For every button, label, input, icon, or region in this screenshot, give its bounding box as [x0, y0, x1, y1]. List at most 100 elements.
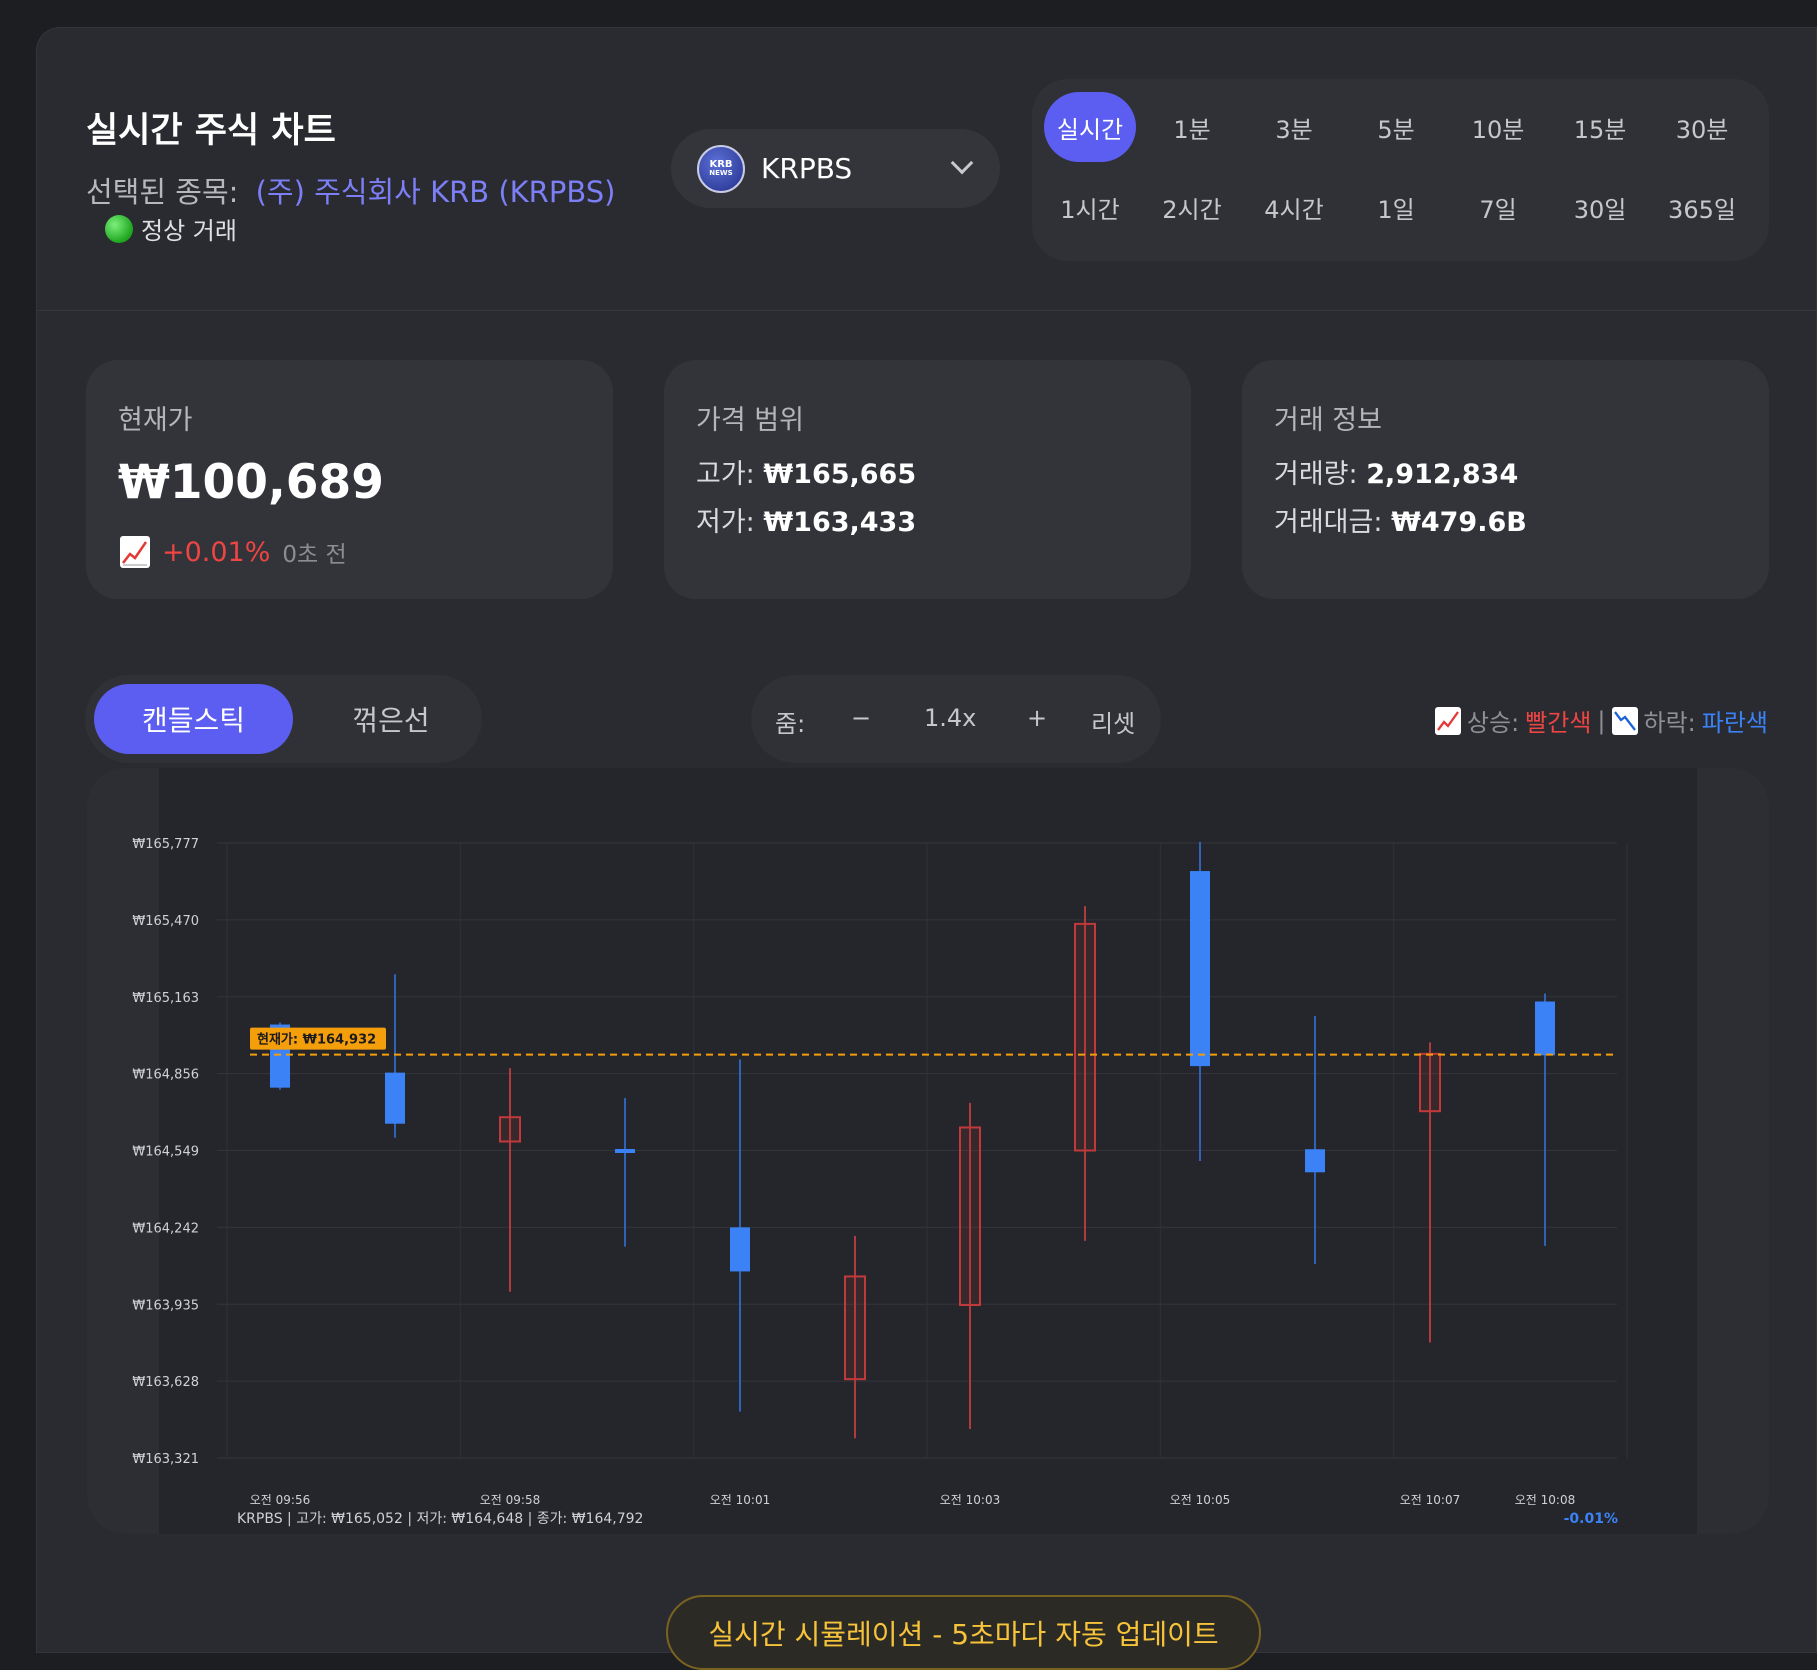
- zoom-in-button[interactable]: +: [1027, 704, 1047, 732]
- candle-body-up: [1074, 922, 1096, 1152]
- x-tick-label: 오전 10:03: [940, 1493, 1000, 1507]
- selected-label: 선택된 종목:: [86, 175, 239, 209]
- color-legend: 상승: 빨간색 | 하락: 파란색: [1434, 703, 1768, 738]
- interval-row2-2[interactable]: 4시간: [1248, 172, 1340, 242]
- chart-type-toggle: 캔들스틱 꺾은선: [85, 675, 482, 763]
- interval-row1-4[interactable]: 10분: [1452, 92, 1544, 162]
- y-tick-label: ₩164,242: [132, 1221, 199, 1236]
- volume-value: 2,912,834: [1366, 459, 1519, 490]
- y-tick-label: ₩165,777: [132, 837, 199, 852]
- status-text: 정상 거래: [141, 217, 237, 245]
- interval-row2-0[interactable]: 1시간: [1044, 172, 1136, 242]
- candlestick-chart[interactable]: ₩165,777 ₩165,470 ₩165,163 ₩164,856 ₩164,549…: [87, 768, 1769, 1534]
- current-price-value: ₩100,689: [118, 455, 384, 510]
- x-tick-label: 오전 10:08: [1515, 1493, 1575, 1507]
- trade-info-title: 거래 정보: [1274, 405, 1382, 436]
- logo-text-top: KRB: [709, 158, 733, 170]
- price-range-card: 가격 범위 고가: ₩165,665 저가: ₩163,433: [664, 360, 1191, 599]
- current-price-title: 현재가: [118, 405, 193, 436]
- low-value: ₩163,433: [763, 507, 917, 538]
- page-title: 실시간 주식 차트: [86, 111, 336, 151]
- line-chart-tab[interactable]: 꺾은선: [300, 684, 482, 754]
- high-label: 고가:: [696, 459, 755, 490]
- header: 실시간 주식 차트 선택된 종목: (주) 주식회사 KRB (KRPBS) 정…: [37, 28, 1816, 311]
- simulation-banner: 실시간 시뮬레이션 - 5초마다 자동 업데이트: [666, 1595, 1261, 1670]
- zoom-label: 줌:: [775, 710, 806, 738]
- interval-row1-0[interactable]: 실시간: [1044, 92, 1136, 162]
- down-color-text: 파란색: [1701, 709, 1768, 737]
- logo-text-bottom: NEWS: [709, 168, 733, 177]
- y-tick-label: ₩165,470: [132, 914, 199, 929]
- interval-row2-6[interactable]: 365일: [1656, 172, 1748, 242]
- price-range-title: 가격 범위: [696, 405, 804, 436]
- interval-row1-5[interactable]: 15분: [1554, 92, 1646, 162]
- x-tick-label: 오전 10:05: [1170, 1493, 1230, 1507]
- zoom-value: 1.4x: [924, 704, 977, 732]
- y-tick-label: ₩163,628: [132, 1375, 199, 1390]
- current-price-label: 현재가: ₩164,932: [257, 1032, 376, 1048]
- y-tick-label: ₩164,549: [132, 1145, 199, 1160]
- volume-line: 거래량: 2,912,834: [1274, 452, 1518, 491]
- candle-body-down: [1535, 1001, 1555, 1056]
- price-change: +0.01% 0초 전: [120, 535, 347, 569]
- trend-up-icon: [1434, 706, 1461, 735]
- y-tick-label: ₩164,856: [132, 1068, 199, 1083]
- ticker-symbol: KRPBS: [761, 152, 853, 185]
- interval-row1-1[interactable]: 1분: [1146, 92, 1238, 162]
- candle-body-down: [1305, 1149, 1325, 1173]
- interval-row2-5[interactable]: 30일: [1554, 172, 1646, 242]
- interval-row1-6[interactable]: 30분: [1656, 92, 1748, 162]
- amount-value: ₩479.6B: [1391, 507, 1527, 538]
- stock-logo: KRB NEWS: [697, 144, 745, 193]
- candle-body-up: [499, 1116, 521, 1143]
- up-color-text: 빨간색: [1525, 709, 1592, 737]
- interval-row2-4[interactable]: 7일: [1452, 172, 1544, 242]
- x-tick-label: 오전 10:07: [1400, 1493, 1460, 1507]
- down-label: 하락:: [1643, 709, 1696, 737]
- low-price-line: 저가: ₩163,433: [696, 500, 916, 539]
- candle-body-down: [615, 1148, 635, 1153]
- amount-label: 거래대금:: [1274, 507, 1383, 538]
- interval-row2-1[interactable]: 2시간: [1146, 172, 1238, 242]
- update-time: 0초 전: [282, 542, 347, 568]
- y-tick-label: ₩163,935: [132, 1298, 199, 1313]
- candle-body-up: [959, 1126, 981, 1307]
- selected-stock-line: 선택된 종목: (주) 주식회사 KRB (KRPBS): [86, 169, 615, 211]
- interval-row2-3[interactable]: 1일: [1350, 172, 1442, 242]
- trade-info-card: 거래 정보 거래량: 2,912,834 거래대금: ₩479.6B: [1242, 360, 1769, 599]
- current-price-card: 현재가 ₩100,689 +0.01% 0초 전: [86, 360, 613, 599]
- interval-row1-3[interactable]: 5분: [1350, 92, 1442, 162]
- interval-selector: 실시간 1분 3분 5분 10분 15분 30분 1시간 2시간 4시간 1일 7일 30일 365일: [1032, 79, 1769, 261]
- zoom-out-button[interactable]: −: [851, 704, 871, 732]
- interval-row1-2[interactable]: 3분: [1248, 92, 1340, 162]
- candle-body-down: [385, 1072, 405, 1124]
- zoom-reset-button[interactable]: 리셋: [1091, 704, 1135, 739]
- x-tick-label: 오전 10:01: [710, 1493, 770, 1507]
- legend-separator: |: [1597, 706, 1606, 735]
- x-tick-label: 오전 09:58: [480, 1493, 540, 1507]
- zoom-control: 줌: − 1.4x + 리셋: [751, 675, 1161, 763]
- y-tick-label: ₩163,321: [132, 1452, 199, 1467]
- low-label: 저가:: [696, 507, 755, 538]
- status-dot-icon: [105, 214, 133, 243]
- chevron-down-icon: [950, 151, 974, 175]
- change-percent: +0.01%: [162, 536, 271, 568]
- chart-footer-info: KRPBS | 고가: ₩165,052 | 저가: ₩164,648 | 종가…: [237, 1511, 643, 1527]
- amount-line: 거래대금: ₩479.6B: [1274, 500, 1527, 539]
- candle-body-up: [844, 1275, 866, 1381]
- chart-container: ₩165,777 ₩165,470 ₩165,163 ₩164,856 ₩164,549…: [87, 768, 1769, 1534]
- volume-label: 거래량:: [1274, 459, 1358, 490]
- chart-footer-change: -0.01%: [1564, 1511, 1618, 1527]
- y-tick-label: ₩165,163: [132, 991, 199, 1006]
- main-panel: 실시간 주식 차트 선택된 종목: (주) 주식회사 KRB (KRPBS) 정…: [36, 27, 1817, 1670]
- ticker-select[interactable]: KRB NEWS KRPBS: [671, 129, 1000, 208]
- trend-down-icon: [1611, 706, 1638, 735]
- selected-stock-name: (주) 주식회사 KRB (KRPBS): [255, 175, 616, 209]
- candlestick-tab[interactable]: 캔들스틱: [94, 684, 293, 754]
- x-tick-label: 오전 09:56: [250, 1493, 310, 1507]
- candle-body-up: [1419, 1052, 1441, 1113]
- high-value: ₩165,665: [763, 459, 917, 490]
- candle-body-down: [1190, 871, 1210, 1067]
- candle-body-down: [730, 1227, 750, 1272]
- trading-status: 정상 거래: [105, 211, 237, 246]
